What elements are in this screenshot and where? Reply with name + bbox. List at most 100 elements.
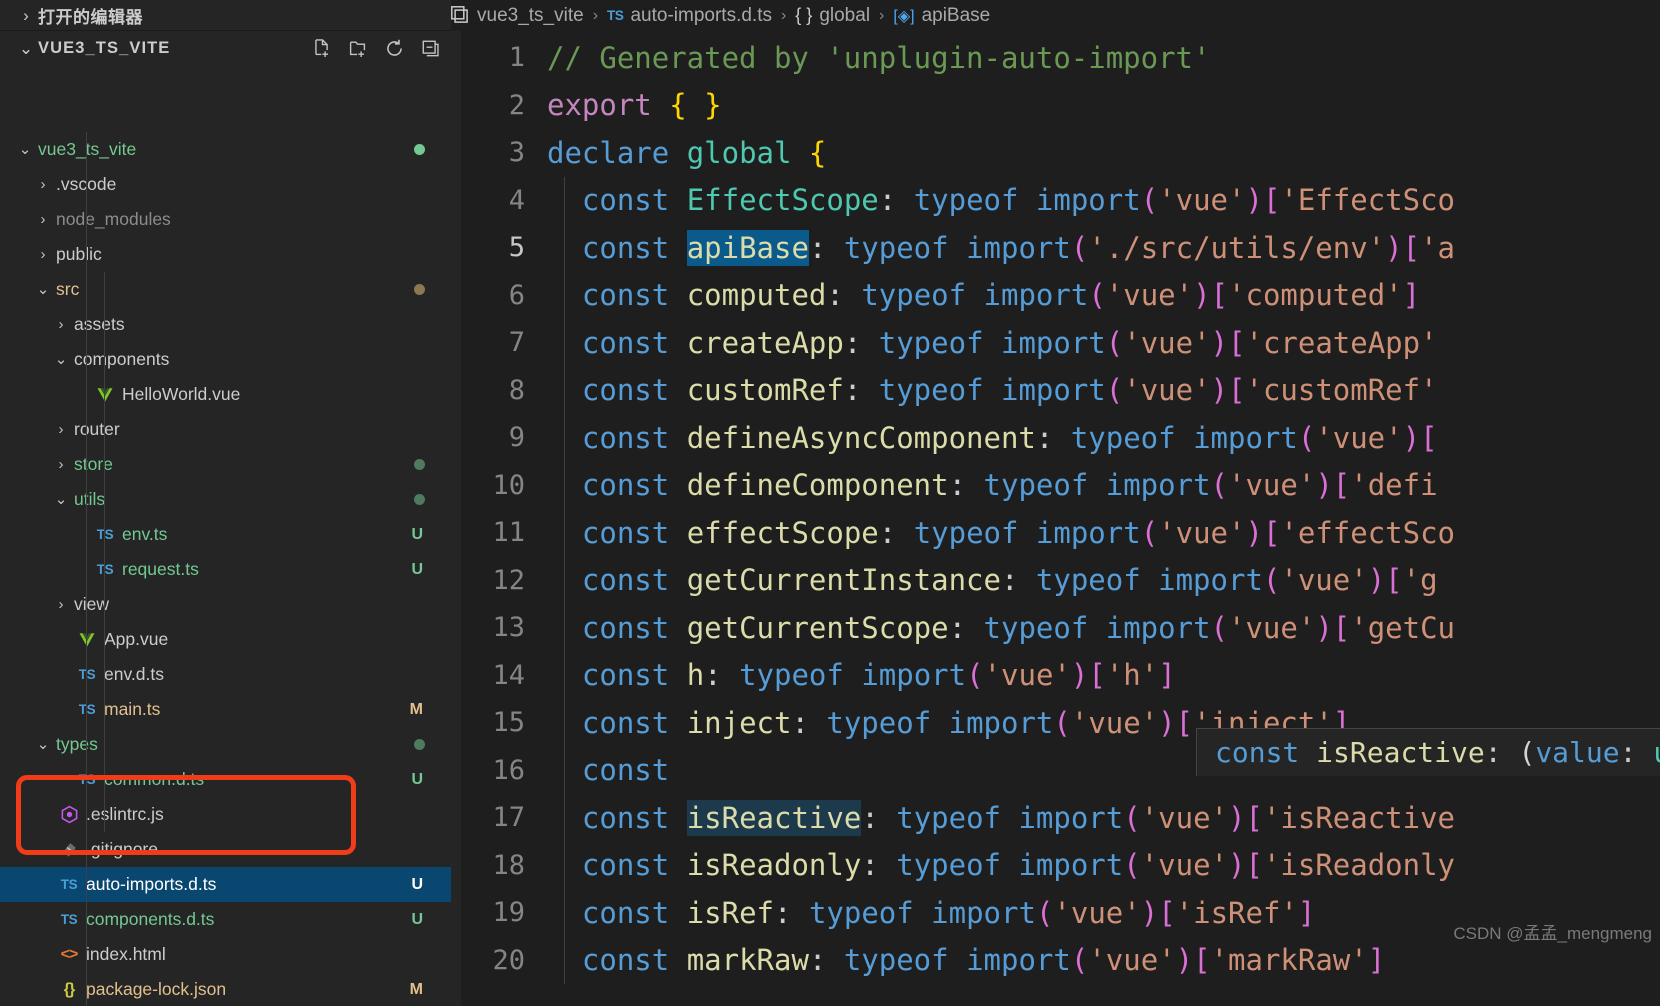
code-token: computed bbox=[686, 278, 827, 313]
code-token: const bbox=[581, 515, 670, 550]
code-token: [ bbox=[1385, 563, 1403, 598]
tree-item[interactable]: TSmain.ts M bbox=[0, 692, 451, 727]
code-token: { bbox=[808, 135, 827, 170]
code-token: 'vue' bbox=[1123, 325, 1211, 360]
tree-item[interactable]: › assets bbox=[0, 307, 451, 342]
code-line[interactable]: 14 const h: typeof import('vue')['h'] bbox=[451, 651, 1660, 699]
code-token: ] bbox=[1158, 658, 1176, 693]
code-line[interactable]: 8 const customRef: typeof import('vue')[… bbox=[451, 366, 1660, 414]
tree-item[interactable]: .gitignore bbox=[0, 832, 451, 867]
code-token: import bbox=[1035, 183, 1141, 218]
typescript-file-icon: TS bbox=[60, 877, 78, 892]
tree-item[interactable]: TScommon.d.ts U bbox=[0, 762, 451, 797]
line-content: const getCurrentInstance: typeof import(… bbox=[547, 563, 1438, 597]
code-line[interactable]: 10 const defineComponent: typeof import(… bbox=[451, 461, 1660, 509]
code-line[interactable]: 2 export { } bbox=[451, 82, 1660, 130]
tree-item[interactable]: › store bbox=[0, 447, 451, 482]
tree-item[interactable]: › .vscode bbox=[0, 167, 451, 202]
breadcrumb-item[interactable]: TS auto-imports.d.ts bbox=[607, 5, 772, 27]
code-line[interactable]: 3 declare global { bbox=[451, 129, 1660, 177]
tree-item[interactable]: HelloWorld.vue bbox=[0, 377, 451, 412]
code-lines[interactable]: 1 // Generated by 'unplugin-auto-import' 2… bbox=[451, 31, 1660, 1006]
tree-item[interactable]: .eslintrc.js bbox=[0, 797, 451, 832]
tree-item[interactable]: App.vue bbox=[0, 622, 451, 657]
code-token: 'vue' bbox=[1123, 373, 1211, 408]
code-line[interactable]: 18 const isReadonly: typeof import('vue'… bbox=[451, 841, 1660, 889]
breadcrumb-item[interactable]: vue3_ts_vite bbox=[477, 5, 584, 27]
file-icon-wrap: TS bbox=[90, 527, 120, 542]
split-editor-icon[interactable] bbox=[451, 2, 471, 31]
code-line[interactable]: 6 const computed: typeof import('vue')['… bbox=[451, 271, 1660, 319]
code-token: 'vue' bbox=[1158, 183, 1246, 218]
tree-item[interactable]: TSenv.ts U bbox=[0, 517, 451, 552]
code-token: ( bbox=[1210, 468, 1228, 503]
collapse-all-icon[interactable] bbox=[420, 38, 441, 59]
open-editors-section-header[interactable]: › 打开的编辑器 bbox=[0, 0, 451, 31]
breadcrumb-label: apiBase bbox=[921, 4, 991, 26]
code-token: 'vue' bbox=[983, 658, 1071, 693]
breadcrumb-item[interactable]: [◈] apiBase bbox=[893, 5, 990, 27]
tree-item[interactable]: › node_modules bbox=[0, 202, 451, 237]
code-token: : bbox=[774, 895, 809, 930]
code-line[interactable]: 4 const EffectScope: typeof import('vue'… bbox=[451, 176, 1660, 224]
code-token: h bbox=[686, 658, 705, 693]
tree-item[interactable]: ⌄ types bbox=[0, 727, 451, 762]
code-token: ] bbox=[1297, 895, 1316, 930]
tree-item[interactable]: › public bbox=[0, 237, 451, 272]
chevron-right-icon: › bbox=[58, 316, 64, 333]
line-content: const apiBase: typeof import('./src/util… bbox=[547, 229, 1455, 266]
code-line[interactable]: 12 const getCurrentInstance: typeof impo… bbox=[451, 556, 1660, 604]
file-icon-wrap bbox=[54, 805, 84, 824]
tree-item[interactable]: TS components.d.ts U bbox=[0, 902, 451, 937]
code-line[interactable]: 11 const effectScope: typeof import('vue… bbox=[451, 509, 1660, 557]
tree-item-selected[interactable]: TS auto-imports.d.ts U bbox=[0, 867, 451, 902]
tree-item[interactable]: ⌄ src bbox=[0, 272, 451, 307]
tree-item[interactable]: TSrequest.ts U bbox=[0, 552, 451, 587]
code-line[interactable]: 13 const getCurrentScope: typeof import(… bbox=[451, 604, 1660, 652]
indent-guide bbox=[564, 224, 565, 272]
code-token: [ bbox=[1262, 183, 1281, 218]
code-token: ( bbox=[1070, 230, 1089, 265]
breadcrumb-item[interactable]: { } global bbox=[795, 5, 870, 27]
vue-file-icon bbox=[97, 387, 113, 402]
code-token: import bbox=[1001, 373, 1106, 408]
tree-item[interactable]: ⌄ components bbox=[0, 342, 451, 377]
tree-item[interactable]: <> index.html bbox=[0, 937, 451, 972]
tree-item[interactable]: › view bbox=[0, 587, 451, 622]
code-line[interactable]: 1 // Generated by 'unplugin-auto-import' bbox=[451, 34, 1660, 82]
code-token: : bbox=[861, 800, 897, 835]
indent-guide bbox=[104, 272, 105, 832]
chevron-down-icon: ⌄ bbox=[18, 39, 34, 58]
code-line[interactable]: 9 const defineAsyncComponent: typeof imp… bbox=[451, 414, 1660, 462]
tree-item[interactable]: › router bbox=[0, 412, 451, 447]
code-line[interactable]: 17 const isReactive: typeof import('vue'… bbox=[451, 794, 1660, 842]
tree-item[interactable]: ⌄ vue3_ts_vite bbox=[0, 132, 451, 167]
tree-item[interactable]: TSenv.d.ts bbox=[0, 657, 451, 692]
new-file-icon[interactable] bbox=[312, 38, 333, 59]
explorer-section-header[interactable]: ⌄ VUE3_TS_VITE bbox=[0, 31, 451, 66]
refresh-icon[interactable] bbox=[384, 38, 405, 59]
line-content: const getCurrentScope: typeof import('vu… bbox=[547, 611, 1455, 645]
code-token: import bbox=[1105, 468, 1211, 503]
line-number: 20 bbox=[492, 944, 525, 976]
tree-item[interactable]: {} package-lock.json M bbox=[0, 972, 451, 1006]
code-token: 'vue' bbox=[1140, 800, 1229, 835]
breadcrumb[interactable]: vue3_ts_vite › TS auto-imports.d.ts › { } glob… bbox=[451, 0, 1660, 31]
git-status-dot bbox=[414, 459, 425, 470]
code-token: ( bbox=[1262, 563, 1281, 598]
code-token: ) bbox=[1245, 183, 1263, 218]
code-token: [ bbox=[1228, 373, 1246, 408]
tree-item[interactable]: ⌄ utils bbox=[0, 482, 451, 517]
tree-item-label: components.d.ts bbox=[86, 909, 215, 929]
code-line[interactable]: 5 const apiBase: typeof import('./src/ut… bbox=[451, 224, 1660, 272]
code-line[interactable]: 7 const createApp: typeof import('vue')[… bbox=[451, 319, 1660, 367]
tree-item-label: src bbox=[56, 279, 80, 299]
git-status-badge: U bbox=[411, 875, 423, 893]
new-folder-icon[interactable] bbox=[348, 38, 369, 59]
tree-item-label: auto-imports.d.ts bbox=[86, 874, 217, 894]
